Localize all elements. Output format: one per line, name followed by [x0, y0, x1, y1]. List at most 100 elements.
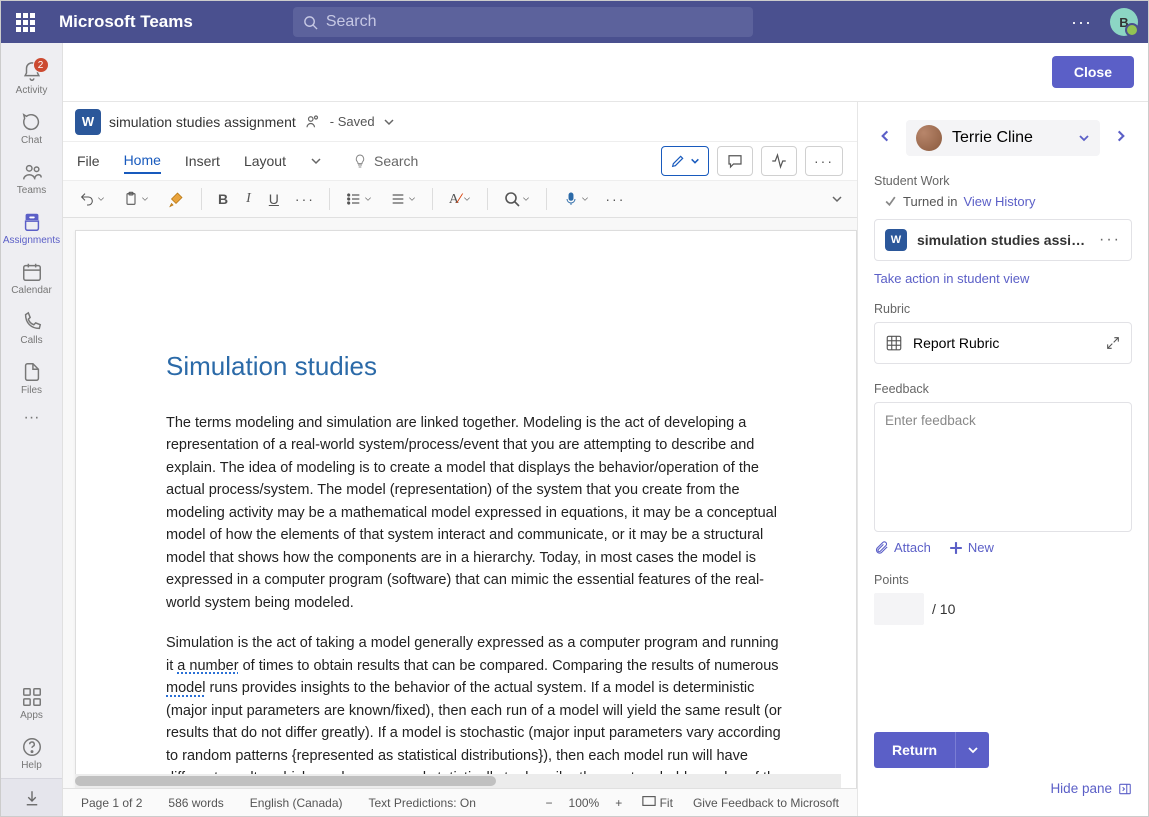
chevron-down-icon[interactable] [310, 155, 322, 167]
chat-icon [21, 111, 43, 133]
tab-file[interactable]: File [77, 149, 100, 173]
comments-button[interactable] [717, 146, 753, 176]
pen-icon [670, 153, 686, 169]
view-history-link[interactable]: View History [963, 194, 1035, 209]
student-dropdown[interactable]: Terrie Cline [906, 120, 1100, 156]
assignments-icon [21, 211, 43, 233]
list-icon [346, 191, 362, 207]
chevron-down-icon[interactable] [383, 116, 395, 128]
rubric-icon [885, 334, 903, 352]
document-page: Simulation studies The terms modeling an… [75, 230, 857, 788]
app-launcher-icon[interactable] [11, 8, 39, 36]
user-avatar[interactable]: B [1110, 8, 1138, 36]
activity-badge: 2 [33, 57, 49, 73]
return-dropdown[interactable] [955, 732, 989, 768]
align-icon [390, 191, 406, 207]
doc-paragraph: Simulation is the act of taking a model … [166, 632, 786, 788]
search-icon [504, 191, 520, 207]
zoom-out-button[interactable]: − [542, 794, 557, 812]
tab-insert[interactable]: Insert [185, 149, 220, 173]
underline-button[interactable]: U [267, 189, 281, 209]
file-name: simulation studies assig… [917, 232, 1089, 248]
attached-file[interactable]: W simulation studies assig… ··· [874, 219, 1132, 261]
nav-rail: 2 Activity Chat Teams Assignments Calend… [1, 43, 63, 816]
prev-student-button[interactable] [874, 125, 896, 152]
take-action-link[interactable]: Take action in student view [874, 271, 1132, 286]
check-icon [884, 195, 897, 208]
font-more-button[interactable]: ··· [295, 191, 315, 207]
top-more-icon[interactable]: ··· [1071, 12, 1092, 33]
collapse-ribbon-icon[interactable] [831, 193, 843, 205]
tab-home[interactable]: Home [124, 148, 161, 174]
rail-files[interactable]: Files [1, 353, 63, 403]
feedback-input[interactable] [874, 402, 1132, 532]
toolbar-more-button[interactable]: ··· [605, 191, 625, 207]
activity-icon [770, 152, 788, 170]
paste-button[interactable] [121, 188, 151, 210]
download-button[interactable] [1, 778, 62, 816]
word-icon: W [885, 229, 907, 251]
hide-pane-link[interactable]: Hide pane [1050, 781, 1132, 796]
turned-in-status: Turned in View History [884, 194, 1132, 209]
format-painter-button[interactable] [165, 188, 187, 210]
student-navigator: Terrie Cline [874, 120, 1132, 156]
language[interactable]: English (Canada) [246, 794, 347, 812]
mic-icon [563, 190, 579, 208]
text-predictions[interactable]: Text Predictions: On [364, 794, 479, 812]
rail-calls[interactable]: Calls [1, 303, 63, 353]
expand-icon[interactable] [1105, 335, 1121, 351]
rail-assignments[interactable]: Assignments [1, 203, 63, 253]
search-box[interactable]: Search [293, 7, 753, 37]
zoom-in-button[interactable]: + [611, 794, 626, 812]
rail-teams[interactable]: Teams [1, 153, 63, 203]
page-count[interactable]: Page 1 of 2 [77, 794, 146, 812]
tell-me-search[interactable]: Search [352, 153, 418, 169]
file-more-icon[interactable]: ··· [1099, 231, 1121, 249]
undo-button[interactable] [77, 189, 107, 209]
chevron-right-icon [1114, 129, 1128, 143]
give-feedback[interactable]: Give Feedback to Microsoft [689, 794, 843, 812]
fit-button[interactable]: Fit [638, 793, 677, 812]
bullets-button[interactable] [344, 189, 374, 209]
app-title: Microsoft Teams [59, 12, 193, 32]
attach-button[interactable]: Attach [874, 540, 931, 555]
brush-icon [167, 190, 185, 208]
clipboard-icon [123, 190, 139, 208]
italic-button[interactable]: I [244, 189, 253, 209]
search-icon [303, 15, 318, 30]
rail-apps[interactable]: Apps [1, 678, 63, 728]
close-button[interactable]: Close [1052, 56, 1134, 88]
rail-chat[interactable]: Chat [1, 103, 63, 153]
find-button[interactable] [502, 189, 532, 209]
help-icon [21, 736, 43, 758]
download-icon [23, 789, 41, 807]
rail-more-icon[interactable]: ··· [24, 409, 40, 427]
align-button[interactable] [388, 189, 418, 209]
return-button[interactable]: Return [874, 732, 955, 768]
catch-up-button[interactable] [761, 146, 797, 176]
student-avatar [916, 125, 942, 151]
word-count[interactable]: 586 words [164, 794, 227, 812]
top-bar: Microsoft Teams Search ··· B [1, 1, 1148, 43]
editing-mode-dropdown[interactable] [661, 146, 709, 176]
ribbon-more-button[interactable]: ··· [805, 146, 843, 176]
rail-help[interactable]: Help [1, 728, 63, 778]
ribbon-toolbar: B I U ··· A⁄ ··· [63, 180, 857, 218]
document-body[interactable]: Simulation studies The terms modeling an… [63, 218, 857, 788]
next-student-button[interactable] [1110, 125, 1132, 152]
rail-activity[interactable]: 2 Activity [1, 53, 63, 103]
chevron-down-icon [1078, 132, 1090, 144]
doc-header: W simulation studies assignment - Saved [63, 102, 857, 142]
rubric-row[interactable]: Report Rubric [874, 322, 1132, 364]
plus-icon [949, 541, 963, 555]
doc-paragraph: The terms modeling and simulation are li… [166, 412, 786, 614]
new-button[interactable]: New [949, 540, 994, 555]
styles-button[interactable]: A⁄ [447, 188, 473, 210]
tab-layout[interactable]: Layout [244, 149, 286, 173]
bold-button[interactable]: B [216, 189, 230, 209]
rail-calendar[interactable]: Calendar [1, 253, 63, 303]
dictate-button[interactable] [561, 188, 591, 210]
document-pane: W simulation studies assignment - Saved … [63, 102, 858, 816]
points-input[interactable] [874, 593, 924, 625]
horizontal-scrollbar[interactable] [75, 774, 841, 788]
